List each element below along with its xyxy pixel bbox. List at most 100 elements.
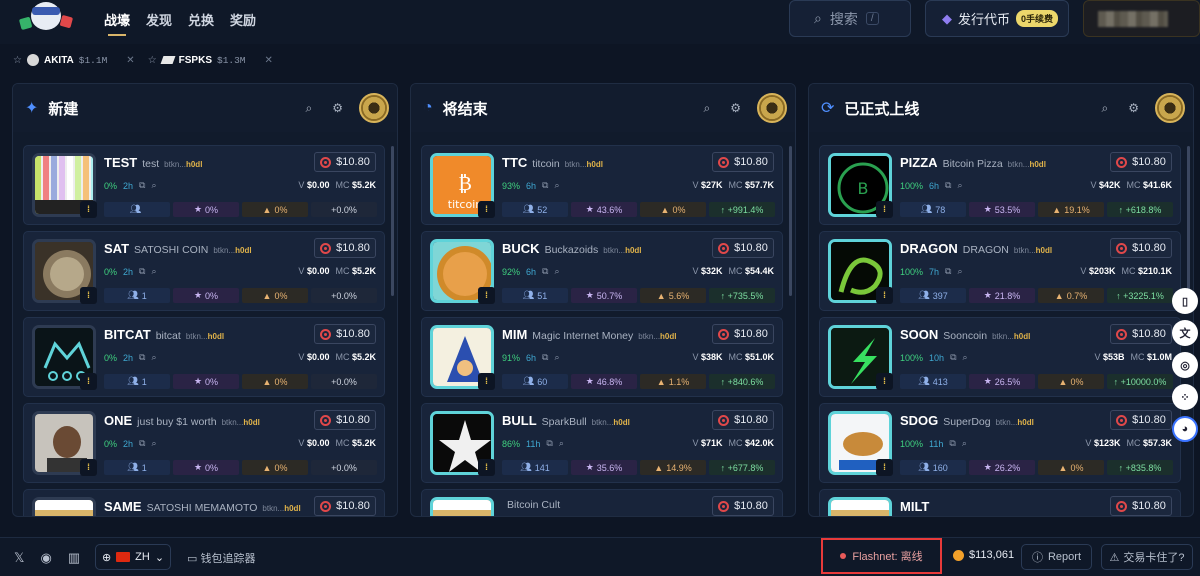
search-button[interactable]: ⌕ 搜索 / — [789, 0, 911, 37]
coin-emblem-icon[interactable] — [359, 93, 389, 123]
creator[interactable]: btkn...h0dl — [1014, 246, 1052, 255]
copy-icon[interactable]: ⧉ — [139, 266, 145, 277]
issue-token-button[interactable]: ◆ 发行代币 0手续费 — [925, 0, 1069, 37]
scrollbar[interactable] — [1187, 146, 1190, 296]
token-card[interactable]: ⁞ SOON Sooncoin btkn...h0dl $10.80 100% … — [819, 317, 1181, 397]
search-icon[interactable]: ⌕ — [306, 101, 313, 116]
location-icon[interactable]: ◎ — [1172, 352, 1198, 378]
buy-price-button[interactable]: $10.80 — [1110, 324, 1172, 344]
filter-sliders-icon[interactable]: ⚙ — [332, 101, 343, 116]
creator[interactable]: btkn...h0dl — [992, 332, 1030, 341]
nav-trenches[interactable]: 战壕 — [104, 10, 130, 29]
search-icon[interactable]: ⌕ — [151, 180, 156, 191]
search-icon[interactable]: ⌕ — [957, 266, 962, 277]
copy-icon[interactable]: ⧉ — [139, 352, 145, 363]
book-icon[interactable]: ▯ — [1172, 288, 1198, 314]
copy-icon[interactable]: ⧉ — [950, 352, 956, 363]
search-icon[interactable]: ⌕ — [962, 438, 967, 449]
token-card[interactable]: ⁞ MILT $10.80 — [819, 489, 1181, 516]
creator[interactable]: btkn...h0dl — [603, 246, 641, 255]
token-card[interactable]: ⁞ SAME SATOSHI MEMAMOTO btkn...h0dl $10.… — [23, 489, 385, 516]
creator[interactable]: btkn...h0dl — [996, 418, 1034, 427]
watchlist-chip[interactable]: ☆ FSPKS $1.3M ✕ — [148, 55, 273, 66]
user-account-button[interactable] — [1083, 0, 1200, 37]
close-icon[interactable]: ✕ — [126, 55, 134, 66]
search-icon[interactable]: ⌕ — [1102, 101, 1109, 116]
coin-emblem-icon[interactable] — [757, 93, 787, 123]
buy-price-button[interactable]: $10.80 — [314, 152, 376, 172]
assistant-icon[interactable]: ◕ — [1172, 416, 1198, 442]
token-card[interactable]: ⁞ SAT SATOSHI COIN btkn...h0dl $10.80 0%… — [23, 231, 385, 311]
token-card[interactable]: ⁞ BUCK Buckazoids btkn...h0dl $10.80 92%… — [421, 231, 783, 311]
token-card[interactable]: B ⁞ PIZZA Bitcoin Pizza btkn...h0dl $10.… — [819, 145, 1181, 225]
copy-icon[interactable]: ⧉ — [542, 266, 548, 277]
search-icon[interactable]: ⌕ — [151, 266, 156, 277]
search-icon[interactable]: ⌕ — [957, 180, 962, 191]
report-button[interactable]: ⓘ Report — [1021, 544, 1092, 570]
buy-price-button[interactable]: $10.80 — [314, 410, 376, 430]
close-icon[interactable]: ✕ — [265, 55, 273, 66]
buy-price-button[interactable]: $10.80 — [712, 324, 774, 344]
token-card[interactable]: ⁞ BITCAT bitcat btkn...h0dl $10.80 0% 2h… — [23, 317, 385, 397]
apps-grid-icon[interactable]: ⁘ — [1172, 384, 1198, 410]
token-card[interactable]: ⁞ BULL SparkBull btkn...h0dl $10.80 86% … — [421, 403, 783, 483]
wallet-tracker-button[interactable]: ▭ 钱包追踪器 — [187, 550, 255, 566]
creator[interactable]: btkn...h0dl — [592, 418, 630, 427]
x-icon[interactable]: 𝕏 — [14, 550, 24, 566]
search-icon[interactable]: ⌕ — [554, 266, 559, 277]
token-card[interactable]: ⁞ SDOG SuperDog btkn...h0dl $10.80 100% … — [819, 403, 1181, 483]
buy-price-button[interactable]: $10.80 — [712, 410, 774, 430]
creator[interactable]: btkn...h0dl — [565, 160, 603, 169]
buy-price-button[interactable]: $10.80 — [314, 238, 376, 258]
copy-icon[interactable]: ⧉ — [139, 180, 145, 191]
search-icon[interactable]: ⌕ — [554, 352, 559, 363]
token-card[interactable]: ⁞ DRAGON DRAGON btkn...h0dl $10.80 100% … — [819, 231, 1181, 311]
flashnet-status[interactable]: Flashnet: 离线 — [821, 538, 942, 574]
creator[interactable]: btkn...h0dl — [213, 246, 251, 255]
search-icon[interactable]: ⌕ — [151, 352, 156, 363]
coin-emblem-icon[interactable] — [1155, 93, 1185, 123]
translate-icon[interactable]: 文 — [1172, 320, 1198, 346]
search-icon[interactable]: ⌕ — [151, 438, 156, 449]
search-icon[interactable]: ⌕ — [704, 101, 711, 116]
star-icon[interactable]: ☆ — [148, 55, 157, 66]
nav-swap[interactable]: 兑换 — [188, 10, 214, 29]
docs-icon[interactable]: ▥ — [68, 550, 80, 566]
copy-icon[interactable]: ⧉ — [542, 180, 548, 191]
token-card[interactable]: ₿ titcoin ⁞ TTC titcoin btkn...h0dl $10.8… — [421, 145, 783, 225]
nav-rewards[interactable]: 奖励 — [230, 10, 256, 29]
star-icon[interactable]: ☆ — [13, 55, 22, 66]
copy-icon[interactable]: ⧉ — [945, 180, 951, 191]
buy-price-button[interactable]: $10.80 — [712, 496, 774, 516]
token-card[interactable]: ⁞ MIM Magic Internet Money btkn...h0dl $… — [421, 317, 783, 397]
copy-icon[interactable]: ⧉ — [139, 438, 145, 449]
copy-icon[interactable]: ⧉ — [949, 438, 955, 449]
buy-price-button[interactable]: $10.80 — [1110, 238, 1172, 258]
watchlist-chip[interactable]: ☆ AKITA $1.1M ✕ — [13, 54, 135, 66]
discord-icon[interactable]: ◉ — [40, 550, 51, 566]
copy-icon[interactable]: ⧉ — [945, 266, 951, 277]
scrollbar[interactable] — [391, 146, 394, 296]
scrollbar[interactable] — [789, 146, 792, 296]
stuck-trade-button[interactable]: ⚠ 交易卡住了? — [1101, 544, 1193, 570]
buy-price-button[interactable]: $10.80 — [1110, 152, 1172, 172]
language-selector[interactable]: ⊕ ZH ⌄ — [95, 544, 171, 570]
token-card[interactable]: ⁞ TEST test btkn...h0dl $10.80 0% 2h ⧉ ⌕… — [23, 145, 385, 225]
search-icon[interactable]: ⌕ — [963, 352, 968, 363]
token-card[interactable]: ⁞ ONE just buy $1 worth btkn...h0dl $10.… — [23, 403, 385, 483]
buy-price-button[interactable]: $10.80 — [314, 496, 376, 516]
buy-price-button[interactable]: $10.80 — [712, 238, 774, 258]
copy-icon[interactable]: ⧉ — [546, 438, 552, 449]
buy-price-button[interactable]: $10.80 — [314, 324, 376, 344]
buy-price-button[interactable]: $10.80 — [1110, 496, 1172, 516]
buy-price-button[interactable]: $10.80 — [1110, 410, 1172, 430]
token-card[interactable]: ⁞ Bitcoin Cult $10.80 — [421, 489, 783, 516]
creator[interactable]: btkn...h0dl — [262, 504, 300, 513]
app-logo[interactable] — [18, 0, 74, 36]
creator[interactable]: btkn...h0dl — [1008, 160, 1046, 169]
copy-icon[interactable]: ⧉ — [542, 352, 548, 363]
creator[interactable]: btkn...h0dl — [222, 418, 260, 427]
creator[interactable]: btkn...h0dl — [638, 332, 676, 341]
filter-sliders-icon[interactable]: ⚙ — [1128, 101, 1139, 116]
nav-discover[interactable]: 发现 — [146, 10, 172, 29]
